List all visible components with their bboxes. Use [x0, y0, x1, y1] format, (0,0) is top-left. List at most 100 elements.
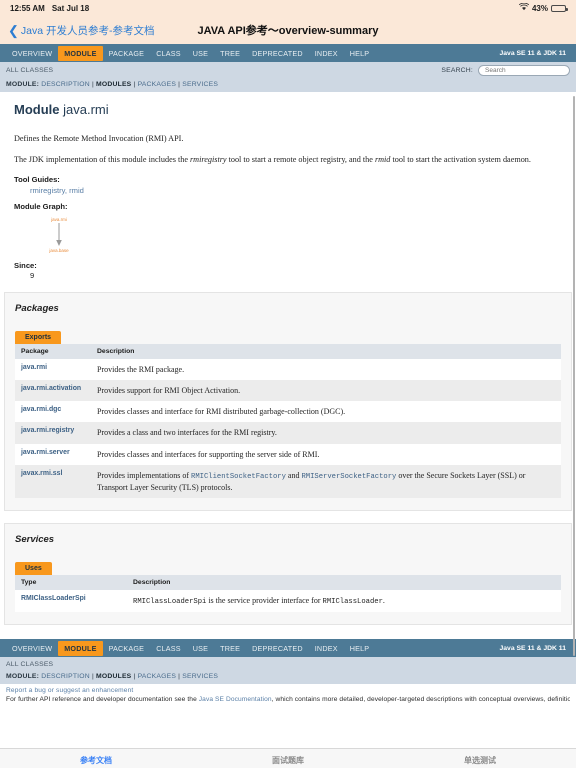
main-content: Module java.rmi Defines the Remote Metho… [0, 92, 576, 280]
desc2-part-c: tool to start the activation system daem… [390, 154, 531, 164]
search-label: SEARCH: [441, 67, 473, 74]
subnav-sep-3: | [178, 81, 181, 88]
footer-text-b: , which contains more detailed, develope… [271, 696, 570, 704]
tab-quiz[interactable]: 单选测试 [384, 755, 576, 766]
nav-item-class-bottom[interactable]: CLASS [150, 641, 187, 656]
nav-item-package-bottom[interactable]: PACKAGE [103, 641, 151, 656]
javadoc-bottom-navbar: OVERVIEW MODULE PACKAGE CLASS USE TREE D… [0, 639, 576, 658]
vertical-scrollbar[interactable] [573, 96, 575, 656]
table-row: java.rmi.dgc Provides classes and interf… [15, 401, 561, 422]
graph-node-java-base: java.base [49, 247, 69, 253]
nav-item-index[interactable]: INDEX [309, 46, 344, 61]
service-code-loader: RMIClassLoader [322, 597, 383, 606]
all-classes-link-top[interactable]: ALL CLASSES [6, 67, 53, 74]
exports-tab[interactable]: Exports [15, 330, 62, 344]
uses-tab[interactable]: Uses [15, 561, 52, 575]
ssl-desc-a: Provides implementations of [97, 470, 191, 480]
module-description-2: The JDK implementation of this module in… [14, 154, 562, 166]
nav-item-module[interactable]: MODULE [58, 45, 103, 61]
ssl-code-client-factory[interactable]: RMIClientSocketFactory [191, 473, 286, 481]
module-graph[interactable]: java.rmi java.base [14, 217, 562, 253]
subnav-link-packages-top[interactable]: PACKAGES [138, 81, 177, 88]
subnav-link-description-bottom[interactable]: DESCRIPTION [41, 673, 90, 680]
search-input[interactable] [478, 65, 570, 76]
tool-guides-links[interactable]: rmiregistry, rmid [30, 186, 84, 195]
packages-col-package: Package [15, 343, 91, 359]
subnav-link-packages-bottom[interactable]: PACKAGES [138, 673, 177, 680]
nav-item-class[interactable]: CLASS [150, 46, 187, 61]
nav-item-use-bottom[interactable]: USE [187, 641, 214, 656]
services-col-description: Description [127, 574, 561, 590]
subnav-link-modules-top[interactable]: MODULES [96, 81, 131, 88]
services-section: Services Uses Type Description RMIClassL… [4, 522, 572, 626]
nav-item-help-bottom[interactable]: HELP [344, 641, 376, 656]
all-classes-link-bottom[interactable]: ALL CLASSES [6, 661, 53, 668]
package-desc-java-rmi-server: Provides classes and interfaces for supp… [97, 449, 320, 459]
services-heading: Services [15, 533, 55, 545]
package-desc-java-rmi-registry: Provides a class and two interfaces for … [91, 422, 561, 444]
nav-item-deprecated[interactable]: DEPRECATED [246, 46, 309, 61]
tab-interview-questions[interactable]: 面试题库 [192, 755, 384, 766]
nav-item-module-bottom[interactable]: MODULE [58, 640, 103, 656]
nav-item-overview[interactable]: OVERVIEW [6, 46, 58, 61]
java-se-documentation-link[interactable]: Java SE Documentation [199, 696, 272, 703]
subnav-sep-2: | [133, 81, 136, 88]
graph-arrow-icon [36, 222, 82, 248]
subnav-link-services-bottom[interactable]: SERVICES [182, 673, 218, 680]
nav-item-deprecated-bottom[interactable]: DEPRECATED [246, 641, 309, 656]
package-desc-javax-rmi-ssl: Provides implementations of RMIClientSoc… [91, 464, 561, 498]
nav-item-tree[interactable]: TREE [214, 46, 246, 61]
subnav-link-description-top[interactable]: DESCRIPTION [41, 81, 90, 88]
javadoc-nav-list: OVERVIEW MODULE PACKAGE CLASS USE TREE D… [6, 45, 376, 61]
services-table-header-row: Type Description [15, 574, 561, 590]
desc2-part-b: tool to start a remote object registry, … [226, 154, 375, 164]
nav-item-use[interactable]: USE [187, 46, 214, 61]
desc2-part-a: The JDK implementation of this module in… [14, 154, 190, 164]
module-subnav-label-top: MODULE: [6, 81, 40, 88]
services-table: Type Description RMIClassLoaderSpi RMICl… [15, 574, 561, 613]
footer-documentation-text: For further API reference and developer … [6, 696, 570, 703]
module-heading: Module java.rmi [14, 102, 562, 117]
nav-item-overview-bottom[interactable]: OVERVIEW [6, 641, 58, 656]
package-link-javax-rmi-ssl[interactable]: javax.rmi.ssl [15, 464, 91, 498]
subnav-link-modules-bottom[interactable]: MODULES [96, 673, 131, 680]
nav-item-help[interactable]: HELP [344, 46, 376, 61]
back-button[interactable]: ❮ Java 开发人员参考-参考文档 [8, 23, 155, 38]
nav-item-index-bottom[interactable]: INDEX [309, 641, 344, 656]
javadoc-subnav-top: ALL CLASSES SEARCH: [0, 62, 576, 79]
battery-icon [551, 4, 568, 12]
search-area: SEARCH: [441, 65, 570, 76]
package-link-java-rmi-registry[interactable]: java.rmi.registry [15, 422, 91, 444]
tab-reference-docs[interactable]: 参考文档 [0, 755, 192, 766]
ssl-desc-b: and [285, 470, 302, 480]
nav-item-package[interactable]: PACKAGE [103, 46, 151, 61]
service-type-link[interactable]: RMIClassLoaderSpi [15, 590, 127, 612]
package-link-java-rmi[interactable]: java.rmi [15, 359, 91, 380]
status-time: 12:55 AM [10, 3, 45, 13]
package-link-java-rmi-activation[interactable]: java.rmi.activation [15, 379, 91, 402]
chevron-left-icon: ❮ [8, 22, 19, 38]
ios-status-bar: 12:55 AM Sat Jul 18 43% [0, 0, 576, 16]
nav-item-tree-bottom[interactable]: TREE [214, 641, 246, 656]
packages-col-description: Description [91, 343, 561, 359]
webview-page: OVERVIEW MODULE PACKAGE CLASS USE TREE D… [0, 44, 576, 748]
app-navigation-bar: ❮ Java 开发人员参考-参考文档 JAVA API参考～overview-s… [0, 16, 576, 44]
about-label-bottom: Java SE 11 & JDK 11 [499, 644, 566, 652]
table-row: java.rmi.registry Provides a class and t… [15, 422, 561, 444]
wifi-icon [518, 2, 530, 13]
packages-heading: Packages [15, 302, 59, 314]
subnav-link-services-top[interactable]: SERVICES [182, 81, 218, 88]
package-desc-java-rmi-dgc: Provides classes and interface for RMI d… [97, 407, 346, 417]
package-link-java-rmi-server[interactable]: java.rmi.server [15, 444, 91, 465]
subnav-sep-b1: | [91, 673, 94, 681]
module-heading-prefix: Module [14, 102, 60, 117]
tool-guides-label: Tool Guides: [14, 174, 60, 184]
report-bug-link[interactable]: Report a bug or suggest an enhancement [6, 687, 570, 694]
page-footer: Report a bug or suggest an enhancement F… [0, 684, 576, 706]
ssl-code-server-factory[interactable]: RMIServerSocketFactory [301, 473, 396, 481]
subnav-sep-1: | [91, 81, 94, 88]
desc2-em-rmid: rmid [374, 154, 391, 164]
javadoc-top-navbar: OVERVIEW MODULE PACKAGE CLASS USE TREE D… [0, 44, 576, 62]
module-graph-label: Module Graph: [14, 201, 68, 211]
package-link-java-rmi-dgc[interactable]: java.rmi.dgc [15, 401, 91, 422]
